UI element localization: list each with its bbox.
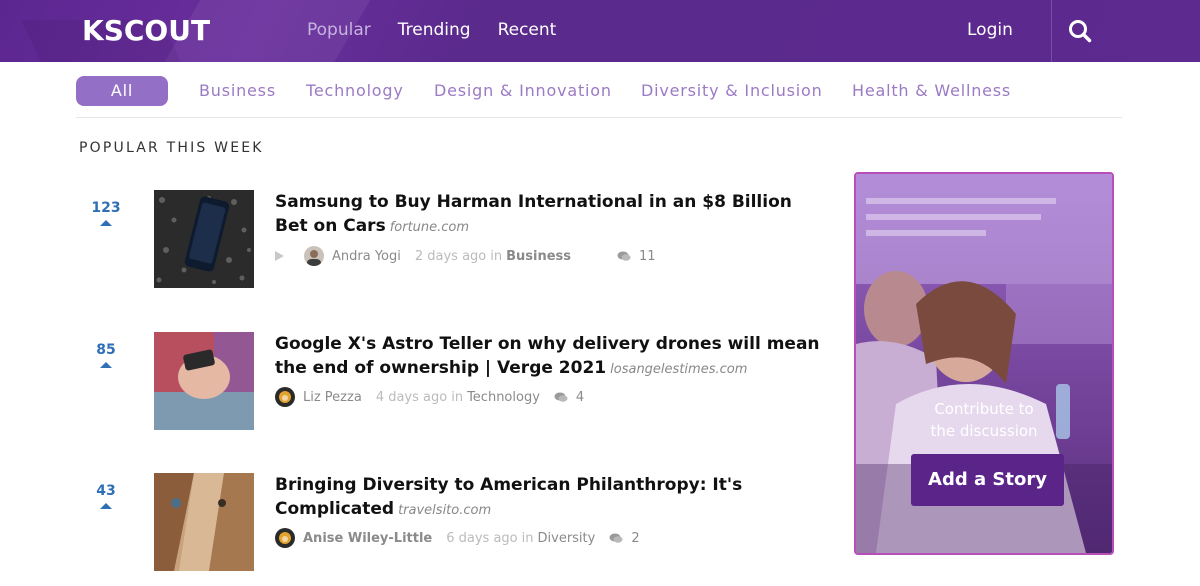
tab-technology[interactable]: Technology bbox=[306, 76, 404, 106]
story-title[interactable]: Samsung to Buy Harman International in a… bbox=[275, 192, 792, 236]
tab-all[interactable]: All bbox=[76, 76, 168, 106]
story-author[interactable]: Andra Yogi bbox=[332, 249, 401, 264]
story-item: 123 Samsung to Buy Harman International … bbox=[0, 190, 840, 300]
comment-count-value: 11 bbox=[639, 248, 656, 264]
search-button[interactable] bbox=[1066, 17, 1094, 45]
upvote-icon[interactable] bbox=[100, 503, 112, 509]
story-in: in bbox=[521, 530, 534, 546]
story-category[interactable]: Business bbox=[506, 249, 571, 264]
site-logo[interactable]: KSCOUT bbox=[82, 14, 210, 47]
story-title[interactable]: Bringing Diversity to American Philanthr… bbox=[275, 475, 742, 519]
comments-icon bbox=[554, 392, 568, 402]
contribute-promo: Contribute to the discussion Add a Story bbox=[854, 172, 1114, 555]
promo-line-2: the discussion bbox=[930, 422, 1038, 440]
story-time: 4 days ago bbox=[375, 389, 448, 405]
story-thumbnail[interactable] bbox=[154, 473, 254, 571]
comments-icon bbox=[617, 251, 631, 261]
header-divider bbox=[1051, 0, 1052, 62]
promo-line-1: Contribute to bbox=[934, 400, 1034, 418]
story-time: 2 days ago bbox=[414, 248, 487, 264]
play-icon[interactable] bbox=[275, 251, 284, 261]
story-headline[interactable]: Google X's Astro Teller on why delivery … bbox=[275, 332, 820, 382]
top-nav: Popular Trending Recent bbox=[307, 20, 556, 40]
story-category[interactable]: Technology bbox=[467, 390, 540, 405]
nav-trending[interactable]: Trending bbox=[398, 20, 471, 40]
comment-count[interactable]: 4 bbox=[554, 390, 584, 405]
vote-count: 43 bbox=[96, 483, 116, 499]
upvote-icon[interactable] bbox=[100, 220, 112, 226]
tab-business[interactable]: Business bbox=[199, 76, 276, 106]
story-domain: losangelestimes.com bbox=[610, 362, 748, 377]
story-domain: fortune.com bbox=[389, 220, 470, 235]
story-thumbnail[interactable] bbox=[154, 332, 254, 430]
story-meta: Andra Yogi 2 days ago in Business 11 bbox=[275, 246, 656, 266]
story-item: 85 Google X's Astro Teller on why delive… bbox=[0, 332, 840, 442]
section-title: POPULAR THIS WEEK bbox=[79, 140, 264, 156]
comment-count-value: 2 bbox=[631, 530, 640, 546]
top-header: KSCOUT Popular Trending Recent Login bbox=[0, 0, 1200, 62]
tab-diversity-inclusion[interactable]: Diversity & Inclusion bbox=[641, 76, 823, 106]
vote-widget: 43 bbox=[80, 483, 132, 509]
vote-count: 85 bbox=[96, 342, 116, 358]
story-meta: Anise Wiley-Little 6 days ago in Diversi… bbox=[275, 528, 640, 548]
tab-design-innovation[interactable]: Design & Innovation bbox=[434, 76, 612, 106]
story-in: in bbox=[451, 389, 464, 405]
avatar[interactable] bbox=[275, 387, 295, 407]
story-category[interactable]: Diversity bbox=[538, 531, 596, 546]
add-story-button[interactable]: Add a Story bbox=[911, 454, 1064, 506]
vote-widget: 85 bbox=[80, 342, 132, 368]
vote-widget: 123 bbox=[80, 200, 132, 226]
login-link[interactable]: Login bbox=[967, 20, 1013, 40]
nav-recent[interactable]: Recent bbox=[498, 20, 557, 40]
story-headline[interactable]: Samsung to Buy Harman International in a… bbox=[275, 190, 820, 240]
avatar[interactable] bbox=[275, 528, 295, 548]
avatar[interactable] bbox=[304, 246, 324, 266]
comments-icon bbox=[609, 533, 623, 543]
story-author[interactable]: Liz Pezza bbox=[303, 390, 362, 405]
vote-count: 123 bbox=[91, 200, 121, 216]
story-domain: travelsito.com bbox=[398, 503, 492, 518]
story-headline[interactable]: Bringing Diversity to American Philanthr… bbox=[275, 473, 820, 523]
promo-text: Contribute to the discussion bbox=[856, 398, 1112, 442]
tab-health-wellness[interactable]: Health & Wellness bbox=[852, 76, 1011, 106]
comment-count[interactable]: 11 bbox=[617, 249, 656, 264]
nav-popular[interactable]: Popular bbox=[307, 20, 371, 40]
divider bbox=[76, 117, 1122, 118]
story-thumbnail[interactable] bbox=[154, 190, 254, 288]
story-in: in bbox=[490, 248, 503, 264]
story-meta: Liz Pezza 4 days ago in Technology 4 bbox=[275, 387, 584, 407]
story-time: 6 days ago bbox=[446, 530, 518, 546]
comment-count-value: 4 bbox=[575, 389, 585, 405]
story-item: 43 Bringing Diversity to American Philan… bbox=[0, 473, 840, 583]
upvote-icon[interactable] bbox=[100, 362, 112, 368]
comment-count[interactable]: 2 bbox=[609, 530, 640, 546]
search-icon bbox=[1069, 20, 1092, 43]
story-author[interactable]: Anise Wiley-Little bbox=[303, 531, 432, 546]
